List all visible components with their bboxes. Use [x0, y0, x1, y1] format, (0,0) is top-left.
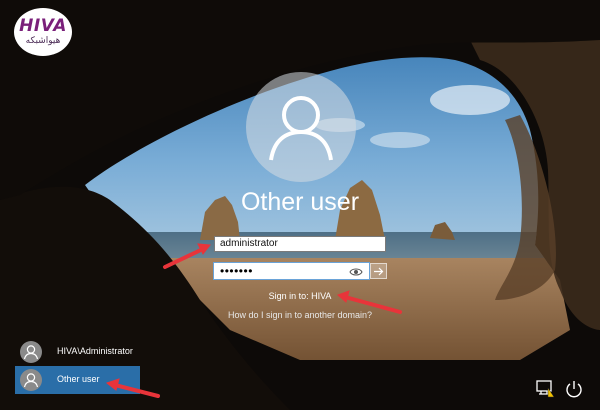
annotation-arrow-other-user: [113, 383, 160, 398]
annotation-arrows: [105, 243, 402, 398]
annotation-arrow-signin: [343, 295, 402, 314]
annotation-arrow-username: [163, 246, 207, 269]
